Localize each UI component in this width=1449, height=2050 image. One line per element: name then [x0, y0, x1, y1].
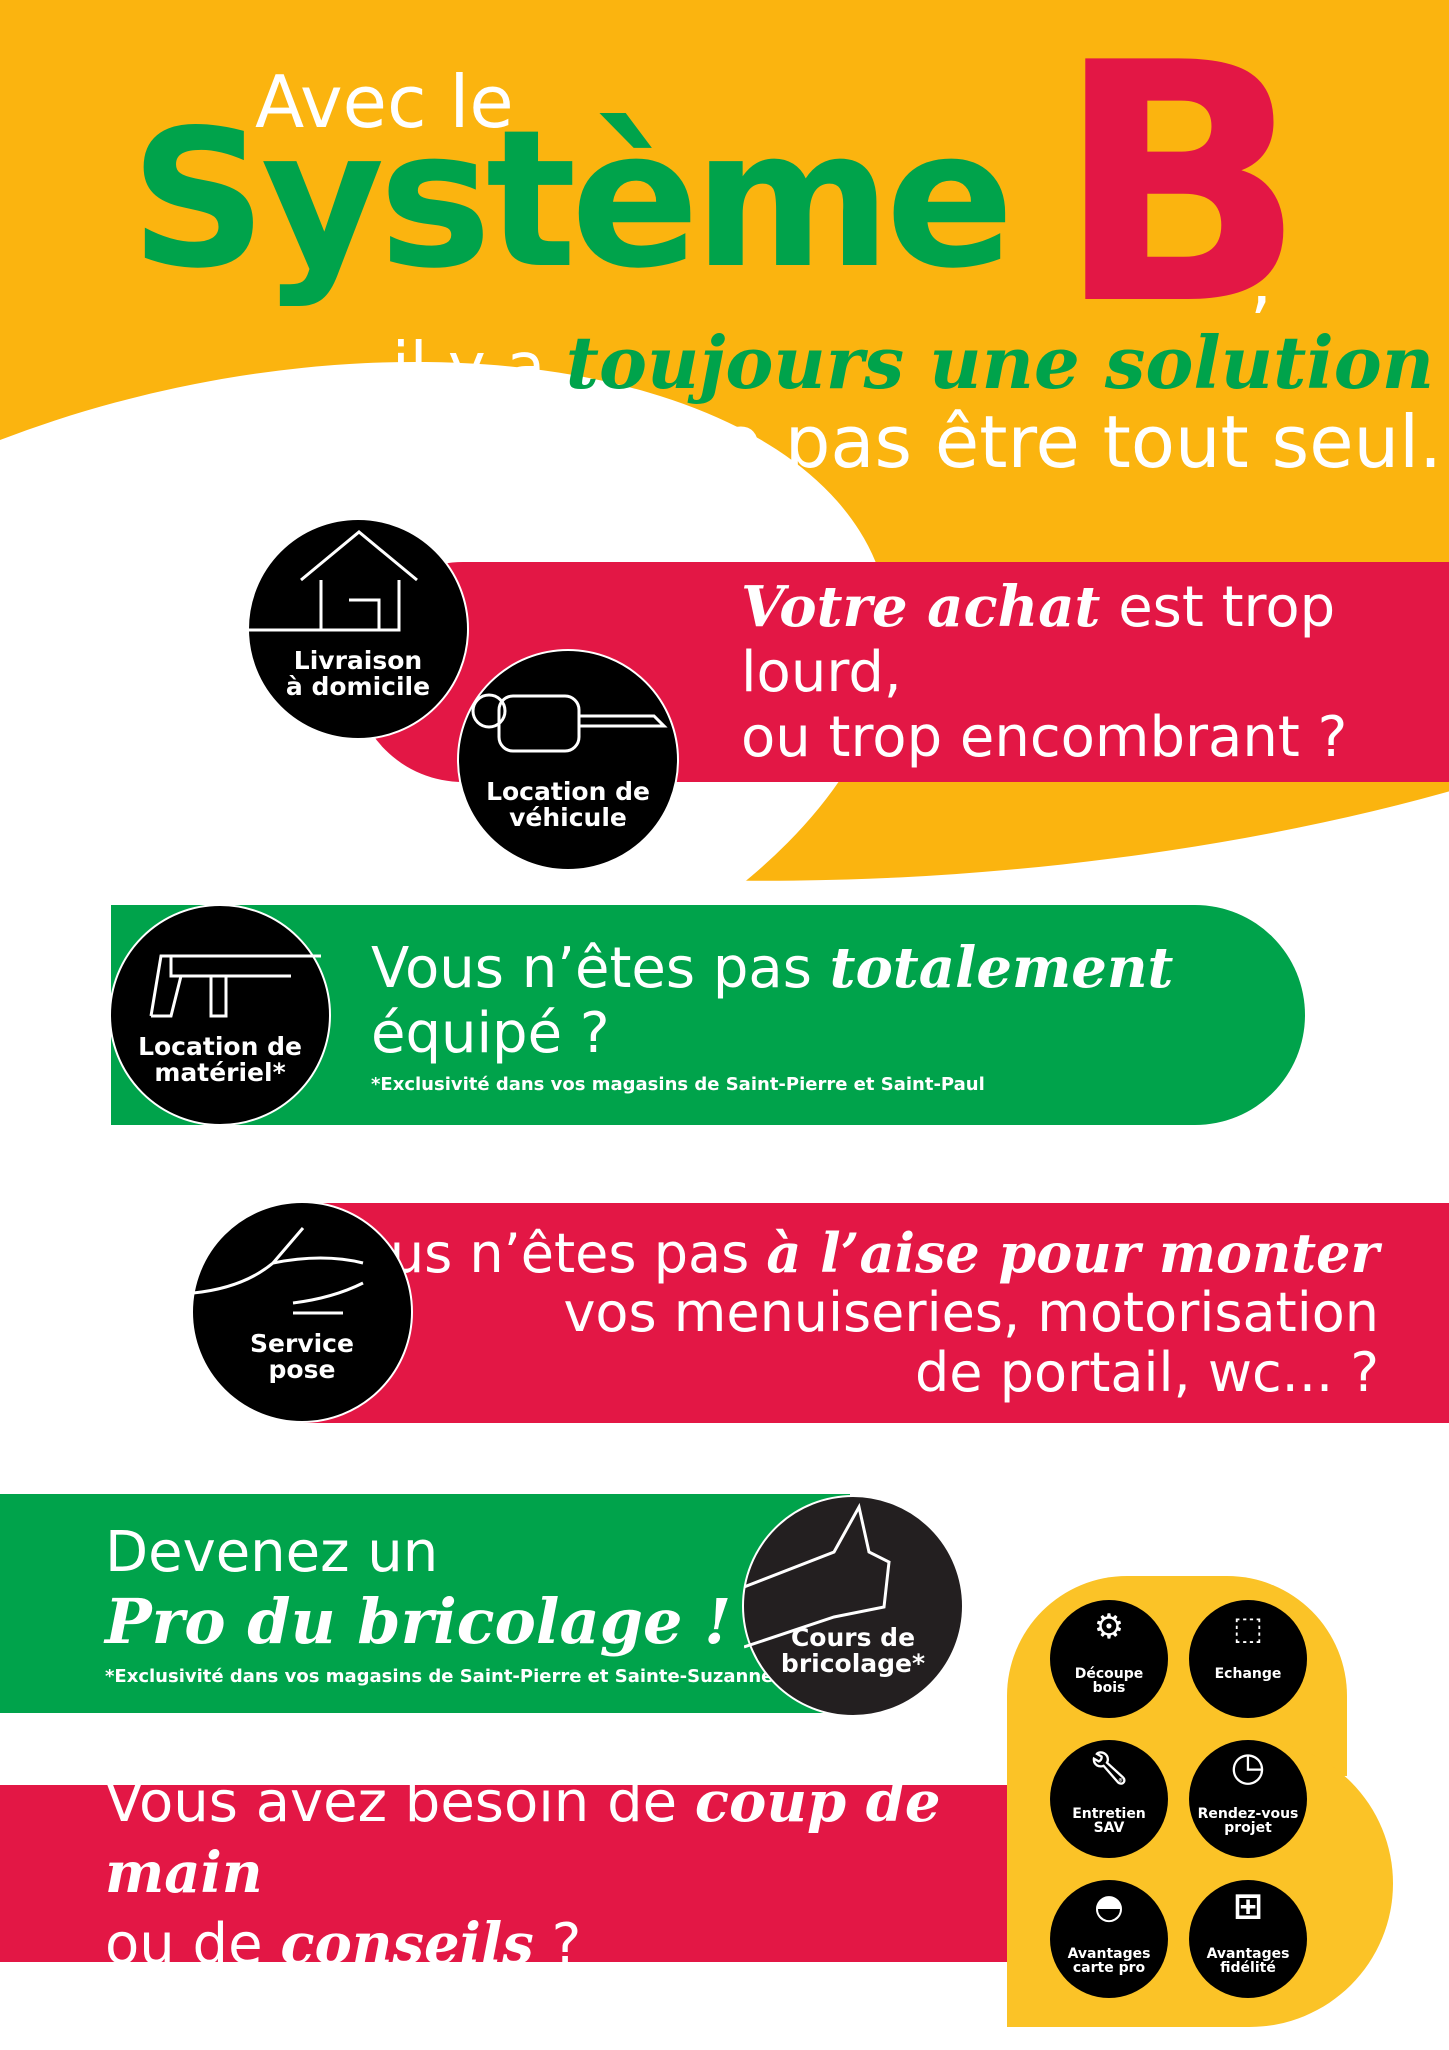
label: bois	[1092, 1680, 1126, 1697]
service-livraison[interactable]: Livraison à domicile	[247, 518, 469, 740]
label: projet	[1224, 1820, 1272, 1837]
extra-avantages-fidelite[interactable]: ⊞ Avantages fidélité	[1189, 1880, 1307, 1998]
label: Avantages	[1067, 1945, 1151, 1962]
car-key-icon	[471, 693, 668, 753]
service-pose[interactable]: Service pose	[191, 1201, 413, 1423]
section-installation: Vous n’êtes pas à l’aise pour monter vos…	[300, 1203, 1449, 1423]
section5-text2: ou de	[105, 1912, 281, 1977]
service-location-vehicule[interactable]: Location de véhicule	[457, 649, 679, 871]
thumbs-up-icon	[744, 1502, 891, 1649]
extra-rendez-vous-projet[interactable]: ◷ Rendez-vous projet	[1189, 1740, 1307, 1858]
header-script: toujours une solution	[565, 320, 1435, 405]
section-conseils: Vous avez besoin de coup de main ou de c…	[0, 1769, 1007, 1977]
section3-script: à l’aise pour monter	[766, 1220, 1379, 1285]
clock-icon: ◷	[1230, 1744, 1266, 1790]
label: Rendez-vous	[1197, 1805, 1299, 1822]
extra-avantages-carte-pro[interactable]: ◓ Avantages carte pro	[1050, 1880, 1168, 1998]
section2-text2: équipé ?	[371, 1001, 610, 1066]
extra-echange[interactable]: ⬚ Echange	[1189, 1600, 1307, 1718]
label: Avantages	[1206, 1945, 1290, 1962]
comma: ,	[1250, 240, 1273, 322]
label: Découpe	[1074, 1665, 1144, 1682]
section3-text3: de portail, wc... ?	[915, 1340, 1379, 1404]
section4-note: *Exclusivité dans vos magasins de Saint-…	[105, 1666, 774, 1687]
label: carte pro	[1072, 1960, 1146, 1977]
helmet-icon: ◓	[1094, 1887, 1124, 1927]
house-icon	[249, 530, 418, 632]
gift-icon: ⊞	[1232, 1886, 1264, 1927]
label: SAV	[1093, 1820, 1125, 1837]
section1-script: Votre achat	[741, 574, 1101, 640]
section2-text1: Vous n’êtes pas	[371, 936, 830, 1001]
service-location-materiel[interactable]: Location de matériel*	[109, 904, 331, 1126]
section4-text1: Devenez un	[105, 1520, 439, 1585]
box-icon: ⬚	[1232, 1609, 1264, 1647]
extra-services: ⚙ Découpe bois ⬚ Echange 🔧︎ Entretien SAV ◷ Re…	[1050, 1600, 1350, 2000]
service-cours-bricolage[interactable]: Cours de bricolage*	[742, 1495, 964, 1717]
header-line4: pour ne pas être tout seul.	[484, 400, 1443, 484]
section5-script2: conseils	[280, 1911, 534, 1977]
section5-text3: ?	[533, 1912, 582, 1977]
section5-text1: Vous avez besoin de	[105, 1770, 695, 1835]
extra-decoupe-bois[interactable]: ⚙ Découpe bois	[1050, 1600, 1168, 1718]
header-line3: il y a toujours une solution	[392, 320, 1434, 405]
drill-icon	[149, 954, 321, 1018]
section4-script: Pro du bricolage !	[105, 1585, 732, 1658]
section-pro-bricolage: Devenez un Pro du bricolage ! *Exclusivi…	[0, 1494, 850, 1713]
header-line3-prefix: il y a	[392, 330, 546, 404]
wrench-icon: 🔧︎	[1088, 1749, 1130, 1787]
hand-icon	[193, 1227, 364, 1315]
label: Echange	[1214, 1666, 1282, 1683]
section2-script: totalement	[829, 935, 1174, 1001]
label: fidélité	[1220, 1960, 1276, 1977]
extra-entretien-sav[interactable]: 🔧︎ Entretien SAV	[1050, 1740, 1168, 1858]
section1-text2: ou trop encombrant ?	[741, 705, 1348, 770]
brand-name: Système	[130, 89, 1014, 310]
saw-blade-icon: ⚙	[1093, 1607, 1125, 1647]
section3-text2: vos menuiseries, motorisation	[563, 1281, 1379, 1345]
section2-note: *Exclusivité dans vos magasins de Saint-…	[371, 1074, 985, 1095]
label: Entretien	[1072, 1805, 1146, 1822]
